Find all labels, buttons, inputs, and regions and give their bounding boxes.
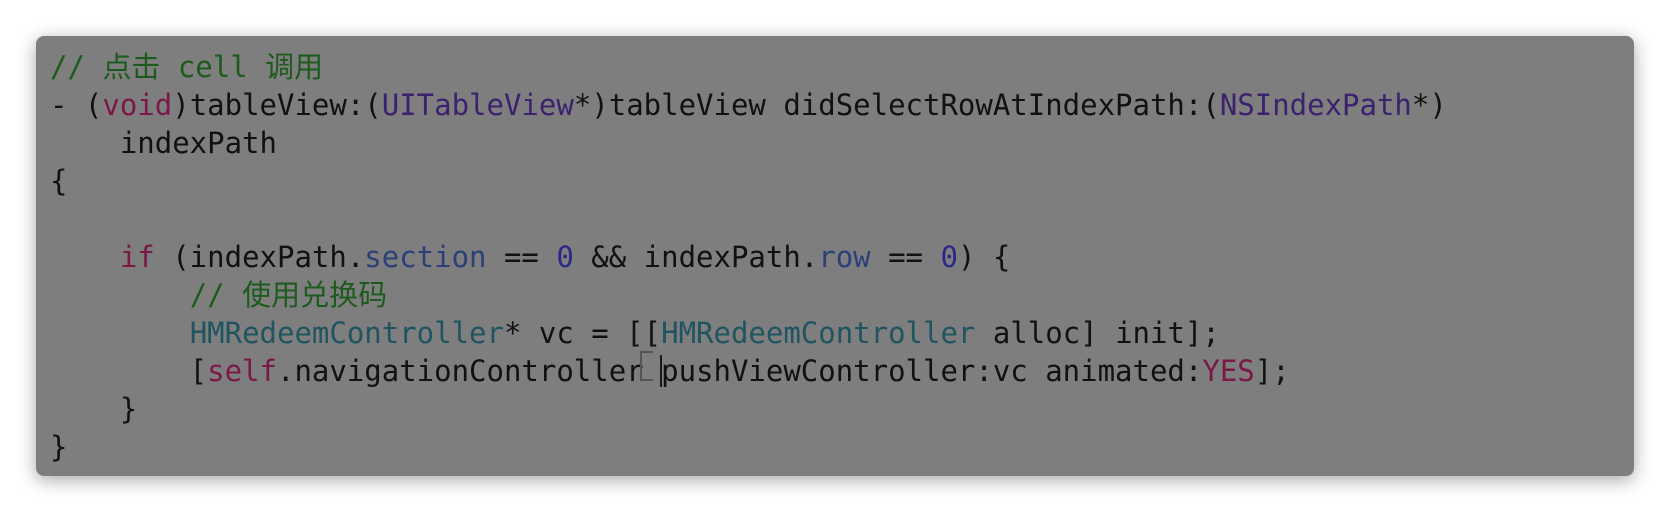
code-token-plain: } <box>50 430 68 464</box>
code-token-keyword: self <box>207 354 277 388</box>
code-token-plain: ]; <box>1254 354 1290 388</box>
code-token-comment: // 点击 cell 调用 <box>50 50 324 84</box>
code-line[interactable]: - (void)tableView:(UITableView*)tableVie… <box>50 86 1447 124</box>
code-token-plain: && indexPath. <box>573 240 819 274</box>
code-token-plain: - ( <box>50 88 103 122</box>
code-token-plain: { <box>50 164 68 198</box>
code-token-plain: * vc = [[ <box>503 316 662 350</box>
code-token-plain: } <box>50 392 138 426</box>
code-line[interactable]: // 点击 cell 调用 <box>50 48 1447 86</box>
code-token-plain: *) <box>1411 88 1447 122</box>
code-token-keyword: if <box>119 240 155 274</box>
code-token-prop: row <box>818 240 871 274</box>
code-line[interactable]: { <box>50 162 1447 200</box>
code-token-plain: .navigationController <box>276 354 644 388</box>
code-line[interactable]: // 使用兑换码 <box>50 276 1447 314</box>
code-line[interactable]: } <box>50 390 1447 428</box>
code-token-keyword: void <box>102 88 173 122</box>
code-token-plain: pushViewController:vc animated: <box>661 354 1203 388</box>
code-line[interactable]: if (indexPath.section == 0 && indexPath.… <box>50 238 1447 276</box>
code-line[interactable]: } <box>50 428 1447 466</box>
code-token-plain: (indexPath. <box>154 240 365 274</box>
code-token-plain: )tableView:( <box>172 88 382 122</box>
code-line[interactable] <box>50 200 1447 238</box>
code-token-class: HMRedeemController <box>661 316 976 350</box>
code-token-number: 0 <box>556 240 574 274</box>
code-line[interactable]: [self.navigationController pushViewContr… <box>50 351 1447 390</box>
code-token-type: NSIndexPath <box>1219 88 1412 122</box>
code-token-plain: indexPath <box>50 126 277 160</box>
code-token-type: UITableView <box>381 88 574 122</box>
code-token-plain: alloc] init]; <box>975 316 1220 350</box>
code-editor[interactable]: // 点击 cell 调用 - (void)tableView:(UITableV… <box>36 36 1634 476</box>
code-token-plain: [ <box>50 354 208 388</box>
code-token-class: HMRedeemController <box>189 316 504 350</box>
code-token-prop: section <box>364 240 487 274</box>
code-token-plain: *)tableView didSelectRowAtIndexPath:( <box>573 88 1220 122</box>
code-token-plain: ) { <box>957 240 1011 274</box>
code-line[interactable]: HMRedeemController* vc = [[HMRedeemContr… <box>50 314 1447 352</box>
code-token-comment: // 使用兑换码 <box>189 278 388 312</box>
code-token-keyword: YES <box>1202 354 1255 388</box>
code-token-number: 0 <box>940 240 958 274</box>
code-token-plain: == <box>486 240 557 274</box>
code-token-plain: == <box>870 240 941 274</box>
code-line[interactable]: indexPath <box>50 124 1447 162</box>
code-block[interactable]: // 点击 cell 调用 - (void)tableView:(UITableV… <box>50 48 1447 466</box>
